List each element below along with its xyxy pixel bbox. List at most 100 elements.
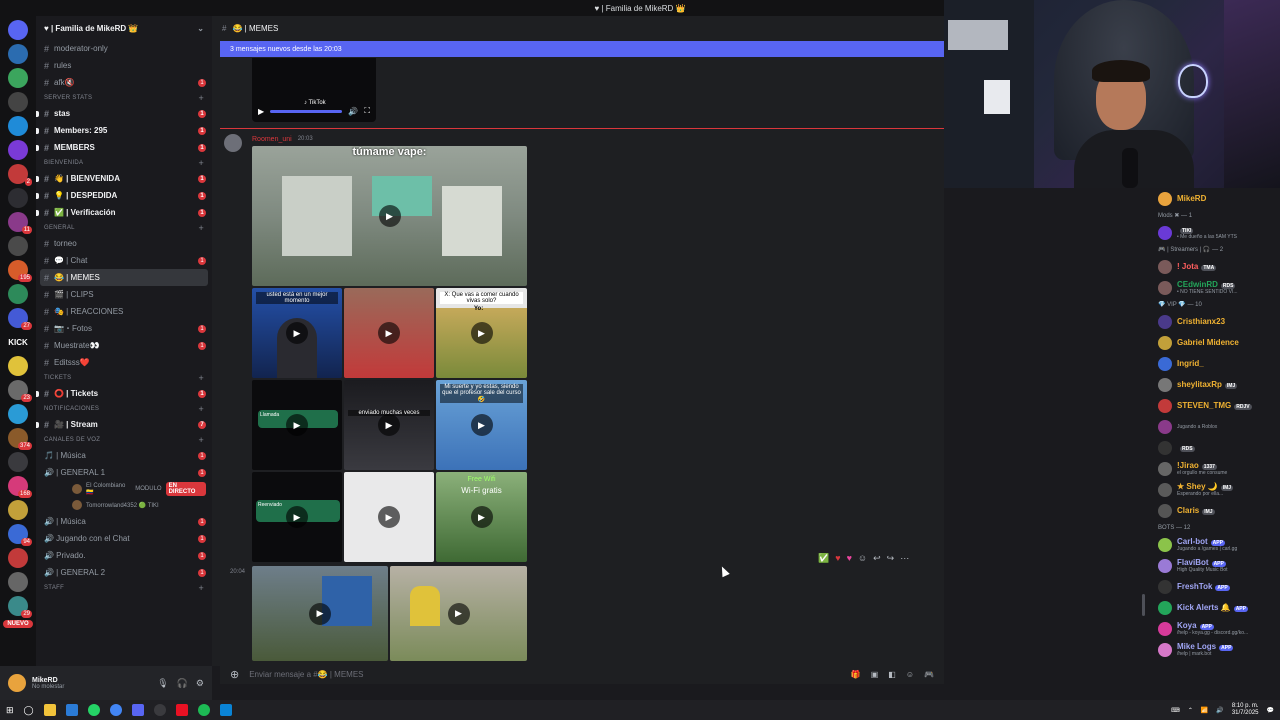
channel-category[interactable]: Canales de voz + <box>36 433 212 447</box>
play-icon[interactable]: ▶ <box>286 414 308 436</box>
play-icon[interactable]: ▶ <box>378 414 400 436</box>
channel-item[interactable]: 🔊 Privado. 1 <box>36 547 212 564</box>
channel-category[interactable]: SERVER STATS + <box>36 91 212 105</box>
message-author-name[interactable]: Roomen_uni <box>252 136 292 143</box>
member-item[interactable]: Cristhianx23 <box>1148 311 1280 332</box>
channel-item[interactable]: # ⭕ | Tickets 1 <box>36 385 212 402</box>
play-icon[interactable]: ▶ <box>378 506 400 528</box>
channel-item[interactable]: # MEMBERS 1 <box>36 139 212 156</box>
channel-category[interactable]: BIENVENIDA + <box>36 156 212 170</box>
obs-icon[interactable] <box>153 704 166 716</box>
member-item[interactable]: Ingrid_ <box>1148 353 1280 374</box>
notifications-icon[interactable]: 💬 <box>1267 707 1274 714</box>
gift-icon[interactable]: 🎁 <box>851 670 861 679</box>
channel-item[interactable]: # 👋 | BIENVENIDA 1 <box>36 170 212 187</box>
play-icon[interactable]: ▶ <box>378 322 400 344</box>
member-item[interactable]: Jugando a Roblox <box>1148 416 1280 437</box>
apps-icon[interactable]: 🎮 <box>924 670 934 679</box>
plus-icon[interactable]: + <box>198 583 204 593</box>
member-item[interactable]: RDS <box>1148 437 1280 458</box>
plus-icon[interactable]: + <box>198 158 204 168</box>
play-icon[interactable]: ▶ <box>470 322 493 344</box>
channel-item[interactable]: # 📷・Fotos 1 <box>36 320 212 337</box>
check-reaction-icon[interactable]: ✅ <box>818 553 829 564</box>
channel-item[interactable]: # 🎥 | Stream 7 <box>36 416 212 433</box>
media-video-5[interactable]: Llamada ▶ <box>252 380 342 470</box>
server-icon[interactable] <box>8 92 28 112</box>
channel-item[interactable]: # 🎭 | REACCIONES <box>36 303 212 320</box>
fullscreen-icon[interactable]: ⛶ <box>364 106 370 116</box>
play-icon[interactable]: ▶ <box>470 414 493 436</box>
channel-item[interactable]: # Members: 295 1 <box>36 122 212 139</box>
channel-item[interactable]: # rules <box>36 57 212 74</box>
server-icon[interactable]: 29 <box>8 596 32 618</box>
server-icon[interactable] <box>8 44 28 64</box>
microphone-icon[interactable]: 🎙 <box>157 678 168 689</box>
server-icon[interactable] <box>8 236 28 256</box>
channel-item[interactable]: 🎵 | Música 1 <box>36 447 212 464</box>
member-item[interactable]: !Jirao 1337 el orgullo me consume <box>1148 458 1280 479</box>
gear-icon[interactable]: ⚙ <box>196 678 204 689</box>
plus-icon[interactable]: + <box>198 373 204 383</box>
channel-item[interactable]: # Muestrate👀 1 <box>36 337 212 354</box>
clock-time[interactable]: 8:10 p. m. <box>1232 703 1259 710</box>
discord-icon[interactable] <box>131 704 144 716</box>
scrollbar[interactable] <box>1142 594 1145 616</box>
member-item[interactable]: sheylitaxRp IMJ <box>1148 374 1280 395</box>
member-item[interactable]: Koya APP/help - koya.gg - discord.gg/ko..… <box>1148 618 1280 639</box>
server-icon[interactable] <box>8 356 28 376</box>
server-icon[interactable] <box>8 548 28 568</box>
spotify-icon[interactable] <box>197 704 210 716</box>
channel-item[interactable]: # torneo <box>36 235 212 252</box>
video-progress-bar[interactable] <box>270 109 343 113</box>
message-author-avatar[interactable] <box>224 134 242 152</box>
emoji-icon[interactable]: ☺ <box>906 670 914 679</box>
voice-user[interactable]: EI Colombiano 🇨🇴 MODULO EN DIRECTO <box>36 481 212 497</box>
server-icon[interactable]: 374 <box>8 428 32 450</box>
member-item[interactable]: FlaviBot APP High Quality Music Bot <box>1148 555 1280 576</box>
media-video-11[interactable]: ▶ <box>252 566 388 661</box>
chevron-up-icon[interactable]: ⌃ <box>1188 707 1193 714</box>
media-video-12[interactable]: ▶ <box>390 566 527 661</box>
member-item[interactable]: STEVEN_TMG RDJV <box>1148 395 1280 416</box>
channel-item[interactable]: # 😂 | MEMES <box>40 269 208 286</box>
plus-icon[interactable]: + <box>198 435 204 445</box>
member-item[interactable]: ! Jota TMA <box>1148 256 1280 277</box>
server-icon[interactable]: 23 <box>8 380 32 402</box>
server-icon[interactable] <box>8 188 28 208</box>
windows-start-icon[interactable]: ⊞ <box>6 705 14 716</box>
channel-item[interactable]: # 💬 | Chat 1 <box>36 252 212 269</box>
media-video-1[interactable]: túmame vape: ▶ <box>252 146 527 286</box>
nuevo-badge[interactable]: NUEVO <box>3 620 33 628</box>
app-icon[interactable] <box>65 704 78 716</box>
server-icon[interactable] <box>8 404 28 424</box>
channel-item[interactable]: # 💡 | DESPEDIDA 1 <box>36 187 212 204</box>
play-icon[interactable]: ▶ <box>447 602 470 625</box>
member-item[interactable]: Kick Alerts 🔔 APP <box>1148 597 1280 618</box>
plus-icon[interactable]: + <box>198 404 204 414</box>
file-explorer-icon[interactable] <box>43 704 56 716</box>
add-reaction-icon[interactable]: ☺ <box>858 553 867 564</box>
server-icon[interactable]: 11 <box>8 212 32 234</box>
new-messages-banner[interactable]: 3 mensajes nuevos desde las 20:03 <box>220 41 944 57</box>
channel-item[interactable]: # moderator-only <box>36 40 212 57</box>
member-item[interactable]: CEdwinRD RDS • NO TIENE SENTIDO VI... <box>1148 277 1280 298</box>
media-video-10[interactable]: Free Wifi Wi-Fi gratis ▶ <box>436 472 527 562</box>
volume-icon[interactable]: 🔊 <box>348 107 358 116</box>
server-icon[interactable]: 2 <box>8 164 32 186</box>
channel-item[interactable]: # Editsss❤️ <box>36 354 212 371</box>
channel-item[interactable]: # ✅ | Verificación 1 <box>36 204 212 221</box>
media-video-4[interactable]: X: Que vas a comer cuando vivas solo? Yo… <box>436 288 527 378</box>
guild-header[interactable]: ♥ | Familia de MikeRD 👑 ⌄ <box>36 16 212 40</box>
heart-reaction-icon[interactable]: ♥ <box>835 553 840 564</box>
keyboard-icon[interactable]: ⌨ <box>1171 707 1180 714</box>
server-icon[interactable] <box>8 68 28 88</box>
play-icon[interactable]: ▶ <box>286 322 308 344</box>
clock-date[interactable]: 31/7/2025 <box>1232 710 1259 717</box>
channel-category[interactable]: GENERAL + <box>36 221 212 235</box>
voice-user[interactable]: Tomorrowland4352 🟢 TIKI <box>36 497 212 513</box>
member-item[interactable]: MikeRD <box>1148 188 1280 209</box>
server-kick[interactable]: KICK <box>6 332 30 352</box>
server-icon[interactable] <box>8 572 28 592</box>
chrome-icon[interactable] <box>109 704 122 716</box>
